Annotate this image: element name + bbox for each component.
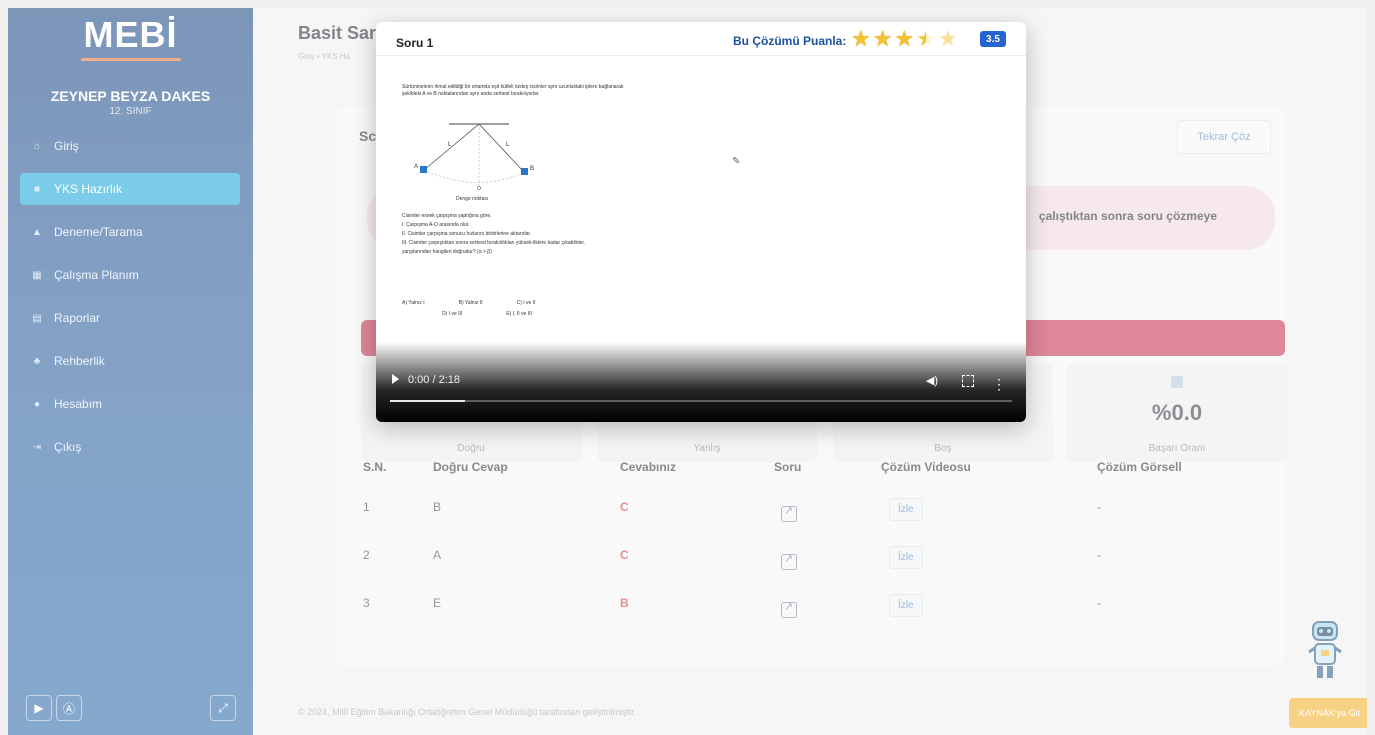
solution-video[interactable]: Sürtünmelerin ihmal edildiği bir ortamda… <box>376 56 1026 422</box>
fullscreen-icon[interactable] <box>962 375 974 387</box>
play-icon[interactable] <box>392 374 399 384</box>
star-icon[interactable]: ★ <box>894 28 914 50</box>
video-time: 0:00 / 2:18 <box>408 374 460 386</box>
pendulum-figure: A B L L O <box>414 123 534 192</box>
question-line: yargılarından hangileri doğrudur? (α > β… <box>402 249 492 255</box>
video-controls: 0:00 / 2:18 ◀) ⋮ <box>376 342 1026 422</box>
choice-e: E) I, II ve III <box>506 311 532 317</box>
figure-label-o: O <box>477 186 481 192</box>
choice-b: B) Yalnız II <box>458 300 483 306</box>
choice-a: A) Yalnız I <box>402 300 425 306</box>
question-intro: Sürtünmelerin ihmal edildiği bir ortamda… <box>402 84 624 97</box>
star-icon[interactable]: ★ <box>873 28 893 50</box>
statement-1: I. Çarpışma A-O arasında olur. <box>402 222 470 228</box>
statement-2: II. Cisimler çarpışma sonucu hızlarını b… <box>402 231 532 237</box>
more-options-icon[interactable]: ⋮ <box>992 377 1006 391</box>
rating-badge: 3.5 <box>980 31 1006 47</box>
figure-label-l-right: L <box>506 142 510 148</box>
video-progress-fill <box>390 400 465 402</box>
pencil-icon: ✎ <box>732 156 741 167</box>
rate-label: Bu Çözümü Puanla: <box>733 34 847 48</box>
figure-caption: Denge noktası <box>456 196 489 202</box>
figure-label-b: B <box>530 166 534 172</box>
star-empty-icon[interactable]: ★ <box>938 28 958 50</box>
modal-title: Soru 1 <box>396 36 434 50</box>
answer-choices: A) Yalnız I B) Yalnız II C) I ve II D) I… <box>402 298 642 320</box>
modal-header: Soru 1 Bu Çözümü Puanla: ★ ★ ★ ★ ★ 3.5 <box>376 22 1026 56</box>
star-icon[interactable]: ★ <box>851 28 871 50</box>
rating-stars[interactable]: ★ ★ ★ ★ ★ <box>851 28 960 50</box>
volume-icon[interactable]: ◀) <box>926 374 938 387</box>
question-prompt: Cisimler esnek çarpışma yaptığına göre, <box>402 213 492 219</box>
solution-modal: Soru 1 Bu Çözümü Puanla: ★ ★ ★ ★ ★ 3.5 S… <box>376 22 1026 422</box>
star-half-icon[interactable]: ★ <box>916 28 936 50</box>
choice-c: C) I ve II <box>516 300 536 306</box>
question-statements: Cisimler esnek çarpışma yaptığına göre, … <box>402 212 642 257</box>
figure-label-a: A <box>414 164 418 170</box>
choice-d: D) I ve III <box>442 311 463 317</box>
video-progress-bar[interactable] <box>390 400 1012 402</box>
statement-3: III. Cisimler çarpıştıktan sonra serbest… <box>402 240 586 246</box>
